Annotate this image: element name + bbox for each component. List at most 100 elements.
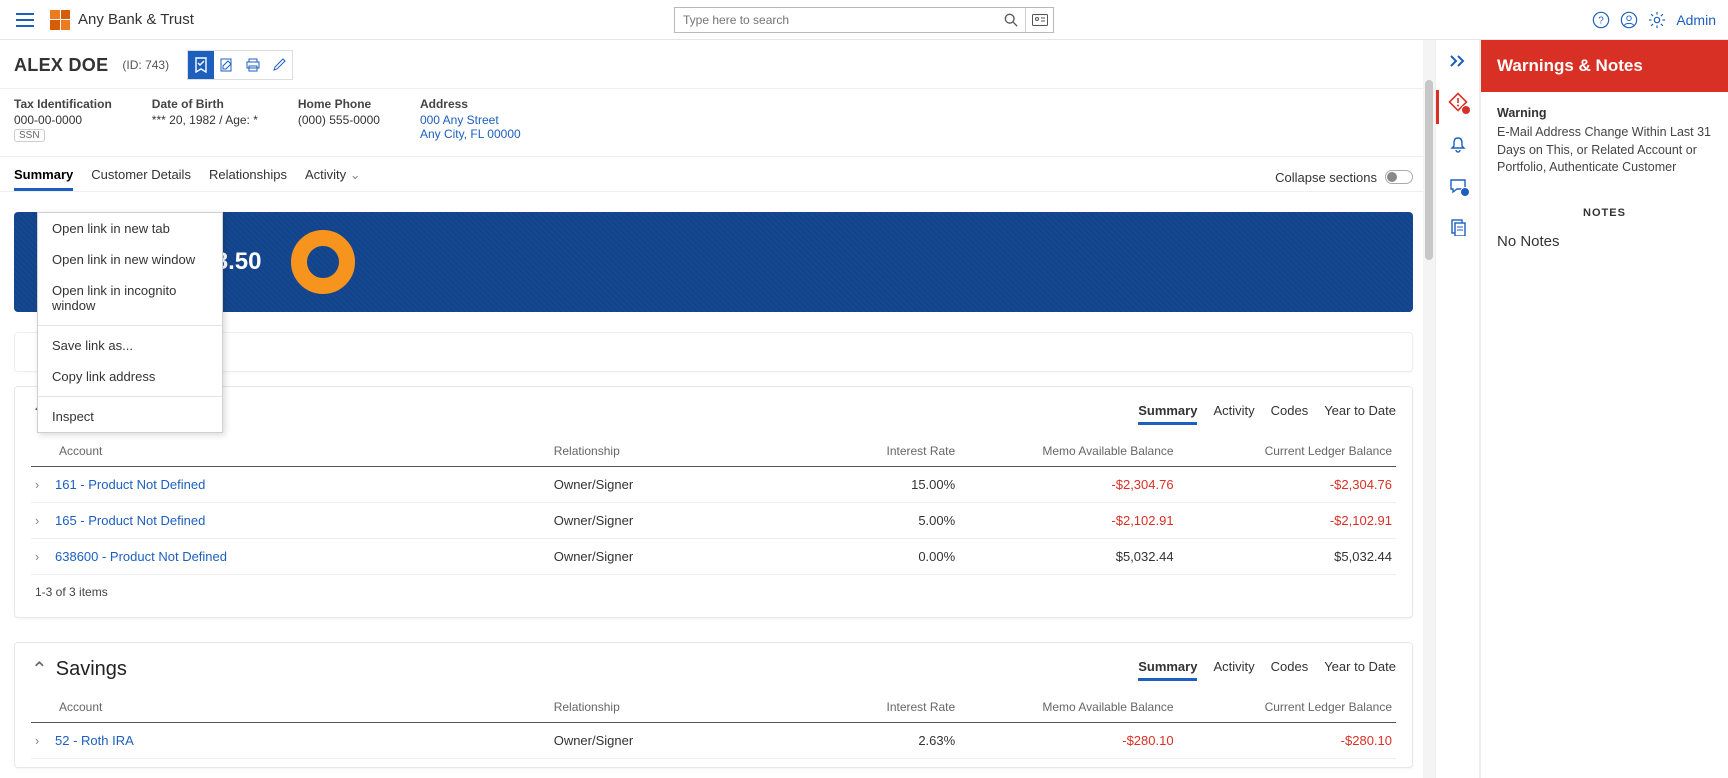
- warnings-notes-panel: Warnings & Notes Warning E-Mail Address …: [1480, 40, 1728, 778]
- chevron-right-icon[interactable]: ›: [35, 549, 47, 564]
- savings-table: Account Relationship Interest Rate Memo …: [31, 692, 1396, 759]
- account-link[interactable]: 52 - Roth IRA: [55, 733, 134, 748]
- account-link[interactable]: 165 - Product Not Defined: [55, 513, 205, 528]
- dob-label: Date of Birth: [152, 97, 258, 111]
- collapse-label: Collapse sections: [1275, 170, 1377, 185]
- dob-value: *** 20, 1982 / Age: *: [152, 113, 258, 127]
- address-line1[interactable]: 000 Any Street: [420, 113, 499, 127]
- col-rate: Interest Rate: [795, 436, 959, 467]
- notes-header: NOTES: [1497, 207, 1712, 219]
- col-relationship: Relationship: [550, 436, 796, 467]
- global-search: [674, 7, 1054, 33]
- collapse-toggle[interactable]: [1385, 170, 1413, 184]
- ctx-inspect[interactable]: Inspect: [38, 401, 222, 432]
- admin-link[interactable]: Admin: [1676, 12, 1716, 28]
- no-notes-text: No Notes: [1497, 233, 1712, 250]
- account-link[interactable]: 161 - Product Not Defined: [55, 477, 205, 492]
- gear-icon[interactable]: [1648, 11, 1666, 29]
- table-row: ›52 - Roth IRA Owner/Signer 2.63% -$280.…: [31, 723, 1396, 759]
- ssn-chip: SSN: [14, 129, 45, 142]
- col-ledger: Current Ledger Balance: [1178, 436, 1396, 467]
- address-label: Address: [420, 97, 521, 111]
- chevron-up-icon[interactable]: ⌃: [31, 657, 48, 682]
- customer-name: ALEX DOE: [14, 55, 108, 76]
- tab-activity[interactable]: Activity ⌄: [305, 163, 361, 191]
- col-relationship: Relationship: [550, 692, 796, 723]
- address-line2[interactable]: Any City, FL 00000: [420, 127, 521, 141]
- right-icon-rail: [1435, 40, 1480, 778]
- table-row: ›165 - Product Not Defined Owner/Signer …: [31, 503, 1396, 539]
- account-link[interactable]: 638600 - Product Not Defined: [55, 549, 227, 564]
- savings-section: ⌃ Savings Summary Activity Codes Year to…: [14, 642, 1413, 768]
- ctx-open-new-tab[interactable]: Open link in new tab: [38, 213, 222, 244]
- comment-icon[interactable]: [1449, 178, 1467, 194]
- savings-tab-activity[interactable]: Activity: [1213, 659, 1254, 681]
- context-menu: Open link in new tab Open link in new wi…: [37, 212, 223, 433]
- loans-donut-icon: [291, 230, 355, 294]
- search-icon[interactable]: [997, 8, 1025, 32]
- tax-id-value: 000-00-0000: [14, 113, 82, 127]
- checking-tab-ytd[interactable]: Year to Date: [1324, 403, 1396, 425]
- main-tabs: Summary Customer Details Relationships A…: [14, 163, 361, 191]
- checking-tab-activity[interactable]: Activity: [1213, 403, 1254, 425]
- bell-icon[interactable]: [1449, 136, 1467, 154]
- tab-summary[interactable]: Summary: [14, 163, 73, 191]
- checking-tab-summary[interactable]: Summary: [1138, 403, 1197, 425]
- checking-table: Account Relationship Interest Rate Memo …: [31, 436, 1396, 575]
- document-icon[interactable]: [1449, 218, 1467, 236]
- help-icon[interactable]: ?: [1592, 11, 1610, 29]
- warning-text: E-Mail Address Change Within Last 31 Day…: [1497, 124, 1712, 177]
- totals-banner: Loans Total $2,015,498.50 View Details: [14, 212, 1413, 312]
- edit-note-button[interactable]: [214, 51, 240, 79]
- svg-text:?: ?: [1599, 15, 1605, 26]
- top-bar: Any Bank & Trust ? Admin: [0, 0, 1728, 40]
- bookmark-button[interactable]: [188, 51, 214, 79]
- warning-title: Warning: [1497, 106, 1712, 120]
- warnings-panel-header: Warnings & Notes: [1481, 40, 1728, 92]
- table-row: ›161 - Product Not Defined Owner/Signer …: [31, 467, 1396, 503]
- savings-tab-ytd[interactable]: Year to Date: [1324, 659, 1396, 681]
- col-memo: Memo Available Balance: [959, 692, 1177, 723]
- chevron-right-icon[interactable]: ›: [35, 733, 47, 748]
- edit-button[interactable]: [266, 51, 292, 79]
- checking-tabs: Summary Activity Codes Year to Date: [1138, 403, 1396, 425]
- expand-panel-icon[interactable]: [1449, 54, 1467, 68]
- customer-id: (ID: 743): [122, 58, 169, 72]
- home-phone-label: Home Phone: [298, 97, 380, 111]
- customer-details: Tax Identification 000-00-0000 SSN Date …: [0, 89, 1427, 157]
- print-button[interactable]: [240, 51, 266, 79]
- home-phone-value: (000) 555-0000: [298, 113, 380, 127]
- brand[interactable]: Any Bank & Trust: [50, 10, 194, 30]
- customer-toolbar: [187, 50, 293, 80]
- savings-tab-codes[interactable]: Codes: [1271, 659, 1309, 681]
- col-account: Account: [31, 436, 550, 467]
- collapsed-section-placeholder: [14, 332, 1413, 372]
- collapse-sections-control: Collapse sections: [1275, 170, 1413, 185]
- checking-pager: 1-3 of 3 items: [31, 575, 1396, 609]
- chevron-right-icon[interactable]: ›: [35, 477, 47, 492]
- savings-tab-summary[interactable]: Summary: [1138, 659, 1197, 681]
- col-ledger: Current Ledger Balance: [1178, 692, 1396, 723]
- tab-relationships[interactable]: Relationships: [209, 163, 287, 191]
- ctx-open-incognito[interactable]: Open link in incognito window: [38, 275, 222, 321]
- checking-tab-codes[interactable]: Codes: [1271, 403, 1309, 425]
- menu-toggle[interactable]: [12, 9, 38, 31]
- brand-name: Any Bank & Trust: [78, 11, 194, 28]
- col-rate: Interest Rate: [795, 692, 959, 723]
- col-account: Account: [31, 692, 550, 723]
- brand-logo: [50, 10, 70, 30]
- id-card-icon[interactable]: [1025, 8, 1053, 32]
- ctx-open-new-window[interactable]: Open link in new window: [38, 244, 222, 275]
- tab-customer-details[interactable]: Customer Details: [91, 163, 191, 191]
- user-icon[interactable]: [1620, 11, 1638, 29]
- col-memo: Memo Available Balance: [959, 436, 1177, 467]
- ctx-save-link-as[interactable]: Save link as...: [38, 330, 222, 361]
- warning-diamond-icon[interactable]: [1448, 92, 1468, 112]
- customer-header: ALEX DOE (ID: 743): [0, 40, 1427, 89]
- search-input[interactable]: [675, 13, 997, 27]
- savings-title: Savings: [56, 658, 127, 681]
- scrollbar[interactable]: [1423, 40, 1435, 778]
- tax-id-label: Tax Identification: [14, 97, 112, 111]
- chevron-right-icon[interactable]: ›: [35, 513, 47, 528]
- ctx-copy-link[interactable]: Copy link address: [38, 361, 222, 392]
